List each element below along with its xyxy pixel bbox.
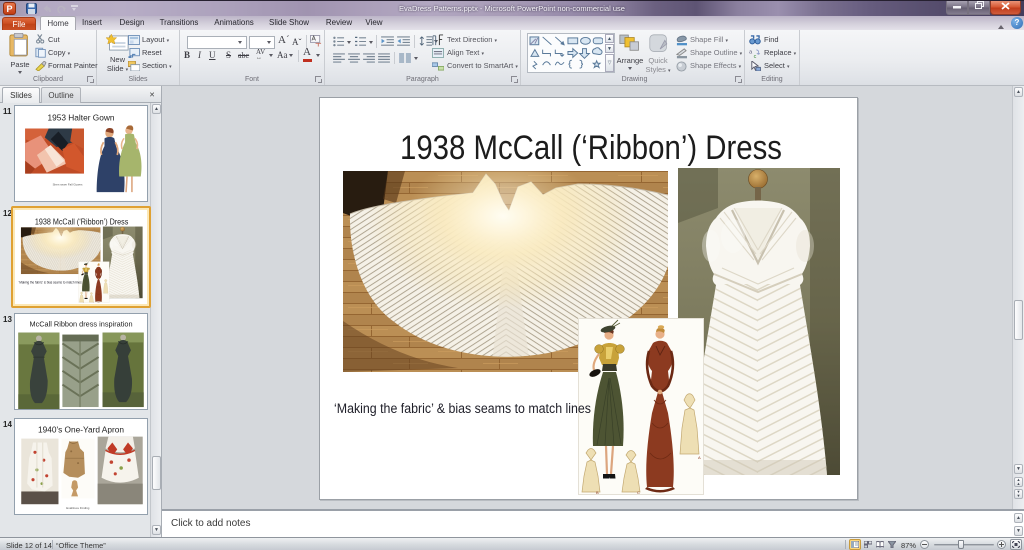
svg-text:Siren sewn Fall Gowns: Siren sewn Fall Gowns xyxy=(53,182,83,186)
svg-text:McCall Ribbon dress inspiratio: McCall Ribbon dress inspiration xyxy=(29,320,132,329)
svg-text:1953 Halter Gown: 1953 Halter Gown xyxy=(47,113,114,123)
svg-text:a: a xyxy=(749,49,753,55)
svg-text:c: c xyxy=(754,54,757,58)
svg-text:EvaDress Finding: EvaDress Finding xyxy=(66,506,89,510)
svg-text:1940's One-Yard Apron: 1940's One-Yard Apron xyxy=(38,425,124,435)
